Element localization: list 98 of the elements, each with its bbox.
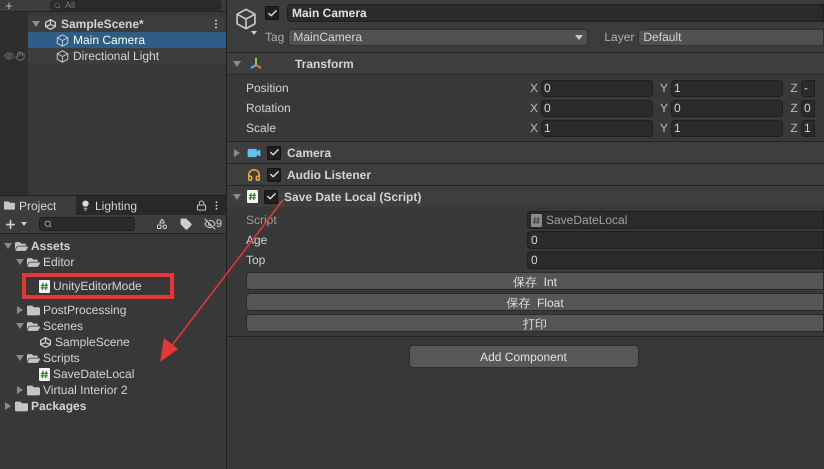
layer-label: Layer (604, 29, 634, 46)
asset-name[interactable]: Assets (31, 237, 70, 255)
label-filter-icon[interactable] (180, 218, 192, 230)
tag-dropdown[interactable]: MainCamera (288, 28, 588, 46)
asset-name[interactable]: Editor (43, 253, 74, 271)
hierarchy-item[interactable]: Main Camera (28, 32, 226, 48)
asset-name[interactable]: PostProcessing (43, 301, 126, 319)
cube-icon (235, 8, 257, 30)
checkmark-icon (266, 191, 276, 202)
number-field[interactable]: 0 (527, 231, 824, 249)
panel-tab[interactable]: Project (0, 196, 76, 215)
folder-icon (15, 240, 28, 252)
number-field[interactable]: 0 (527, 251, 824, 269)
axis-label: Z (789, 120, 799, 137)
property-label: Top (246, 252, 266, 269)
foldout-arrow-icon[interactable] (233, 60, 241, 68)
checkmark-icon (268, 147, 280, 158)
cube-icon (56, 50, 69, 62)
search-icon (44, 220, 52, 228)
search-placeholder: All (65, 1, 76, 10)
lightbulb-icon (80, 200, 91, 211)
cube-icon (56, 34, 69, 46)
asset-name[interactable]: SaveDateLocal (53, 365, 134, 383)
asset-name[interactable]: SampleScene (55, 333, 130, 351)
asset-name[interactable]: Virtual Interior 2 (43, 381, 128, 399)
foldout-arrow-icon[interactable] (16, 354, 24, 362)
script-file-icon (247, 190, 258, 203)
foldout-arrow-icon[interactable] (233, 192, 241, 200)
foldout-arrow-icon[interactable] (233, 148, 241, 156)
layer-dropdown[interactable]: Default (638, 28, 824, 46)
hierarchy-item[interactable]: Directional Light (28, 48, 226, 64)
pick-hand-icon[interactable] (14, 51, 24, 61)
visibility-icon[interactable] (4, 51, 14, 61)
object-name-field[interactable]: Main Camera (287, 4, 824, 22)
enable-checkbox[interactable] (267, 168, 281, 182)
hidden-packages-button[interactable]: 9 (204, 216, 222, 232)
enable-checkbox[interactable] (267, 146, 281, 160)
axis-label: X (528, 100, 539, 117)
folder-icon (27, 256, 40, 268)
folder-icon (27, 352, 40, 364)
script-file-icon (531, 214, 542, 226)
script-file-icon (39, 280, 50, 292)
enable-checkbox[interactable] (265, 6, 279, 20)
property-label: Rotation (246, 100, 292, 117)
add-component-button[interactable]: Add Component (408, 345, 638, 368)
search-icon (54, 2, 61, 9)
inspector-button[interactable]: 打印 (246, 314, 824, 332)
asset-name[interactable]: Scenes (43, 317, 84, 335)
eye-off-icon (204, 218, 216, 230)
number-field[interactable]: 0 (541, 80, 653, 96)
axis-label: X (528, 80, 539, 97)
component-title[interactable]: Camera (287, 144, 332, 162)
number-field[interactable]: 0 (801, 100, 815, 116)
folder-icon (15, 400, 28, 412)
unity-logo-icon (39, 336, 52, 348)
checkmark-icon (266, 8, 278, 18)
shapes-filter-icon[interactable] (156, 218, 168, 230)
property-label: Position (246, 80, 290, 97)
property-label: Scale (246, 120, 278, 137)
dropdown-caret-icon[interactable] (251, 31, 257, 35)
folder-icon (27, 384, 40, 396)
script-file-icon (39, 368, 50, 380)
folder-icon (4, 200, 15, 211)
number-field[interactable]: - (801, 80, 815, 96)
dropdown-caret-icon[interactable] (21, 222, 27, 226)
component-title[interactable]: Audio Listener (287, 166, 372, 184)
number-field[interactable]: 1 (671, 120, 783, 136)
dropdown-caret-icon (575, 34, 584, 40)
tag-label: Tag (265, 29, 284, 46)
enable-checkbox[interactable] (264, 190, 278, 204)
axis-label: X (528, 120, 539, 137)
asset-name[interactable]: Packages (31, 397, 86, 415)
number-field[interactable]: 1 (541, 120, 653, 136)
asset-name[interactable]: Scripts (43, 349, 80, 367)
component-title[interactable]: Transform (295, 54, 354, 72)
headphones-icon (247, 168, 261, 182)
add-icon[interactable] (4, 218, 17, 230)
inspector-button[interactable]: 保存 Int (246, 272, 824, 290)
foldout-arrow-icon[interactable] (32, 20, 40, 28)
inspector-button[interactable]: 保存 Float (246, 293, 824, 311)
axis-label: Z (789, 80, 799, 97)
unity-logo-icon (44, 18, 57, 30)
axis-label: Y (658, 80, 669, 97)
folder-icon (27, 304, 40, 316)
axis-label: Y (658, 120, 669, 137)
axis-label: Z (789, 100, 799, 117)
search-field[interactable] (39, 217, 135, 231)
component-title[interactable]: Save Date Local (Script) (284, 188, 422, 206)
number-field[interactable]: 1 (671, 80, 783, 96)
number-field[interactable]: 1 (801, 120, 815, 136)
lock-icon[interactable] (196, 200, 207, 211)
add-icon[interactable] (4, 0, 14, 10)
number-field[interactable]: 0 (671, 100, 783, 116)
axis-label: Y (658, 100, 669, 117)
transform-axes-icon (249, 56, 263, 70)
checkmark-icon (268, 169, 280, 180)
folder-icon (27, 320, 40, 332)
number-field[interactable]: 0 (541, 100, 653, 116)
